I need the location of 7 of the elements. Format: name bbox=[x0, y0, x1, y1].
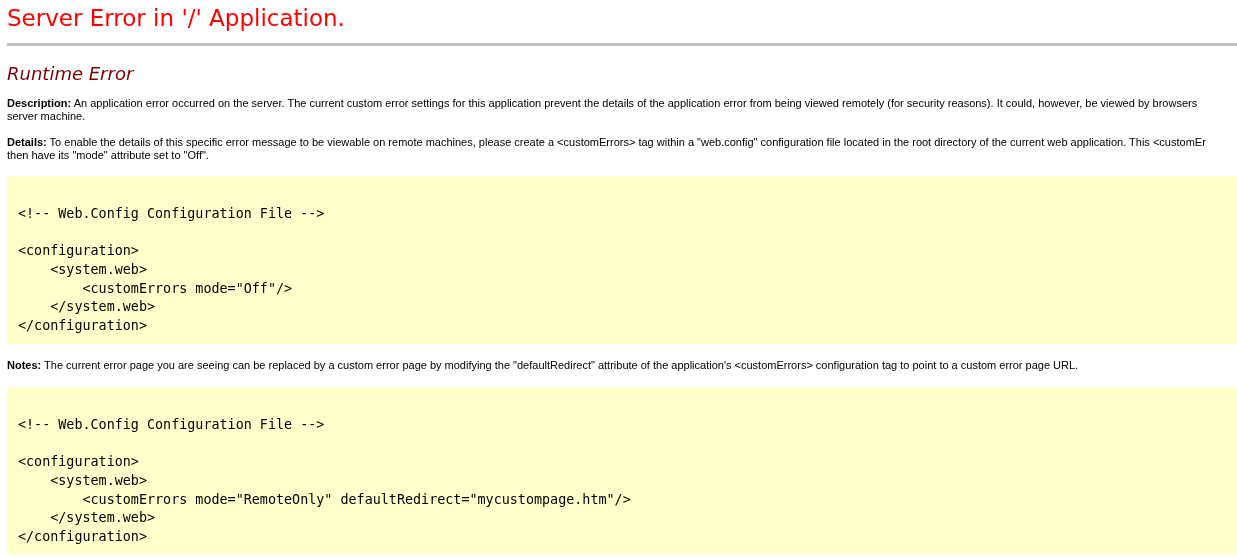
code-block: <!-- Web.Config Configuration File --> <configuration> <system.web> <customErrors mode="RemoteOnly" defaultRedirect="mycustompage.htm"/> </system.web> </configuration> bbox=[7, 386, 1237, 555]
description-text: Description: An application error occurred on the server. The current custom error settings for this application prevent the details of the application error from being viewed remotely (for security reasons). It could, however, be viewed by browsers server machine. bbox=[7, 97, 1198, 123]
page-title: Server Error in '/' Application. bbox=[7, 4, 345, 32]
notes-text: Notes: The current error page you are seeing can be replaced by a custom error page by modifying the "defaultRedirect" attribute of the application's <customErrors> configuration tag to point to a custom error page URL. bbox=[7, 358, 1079, 372]
error-heading: Runtime Error bbox=[7, 63, 134, 85]
code-block: <!-- Web.Config Configuration File --> <configuration> <system.web> <customErrors mode="Off"/> </system.web> </configuration> bbox=[7, 176, 1237, 344]
details-text: Details: To enable the details of this specific error message to be viewable on remote machines, please create a <customErrors> tag within a "web.config" configuration file located in the root directory of the current web application. This <customEr then have its "mode" attribute set to "Off". bbox=[7, 136, 1206, 162]
